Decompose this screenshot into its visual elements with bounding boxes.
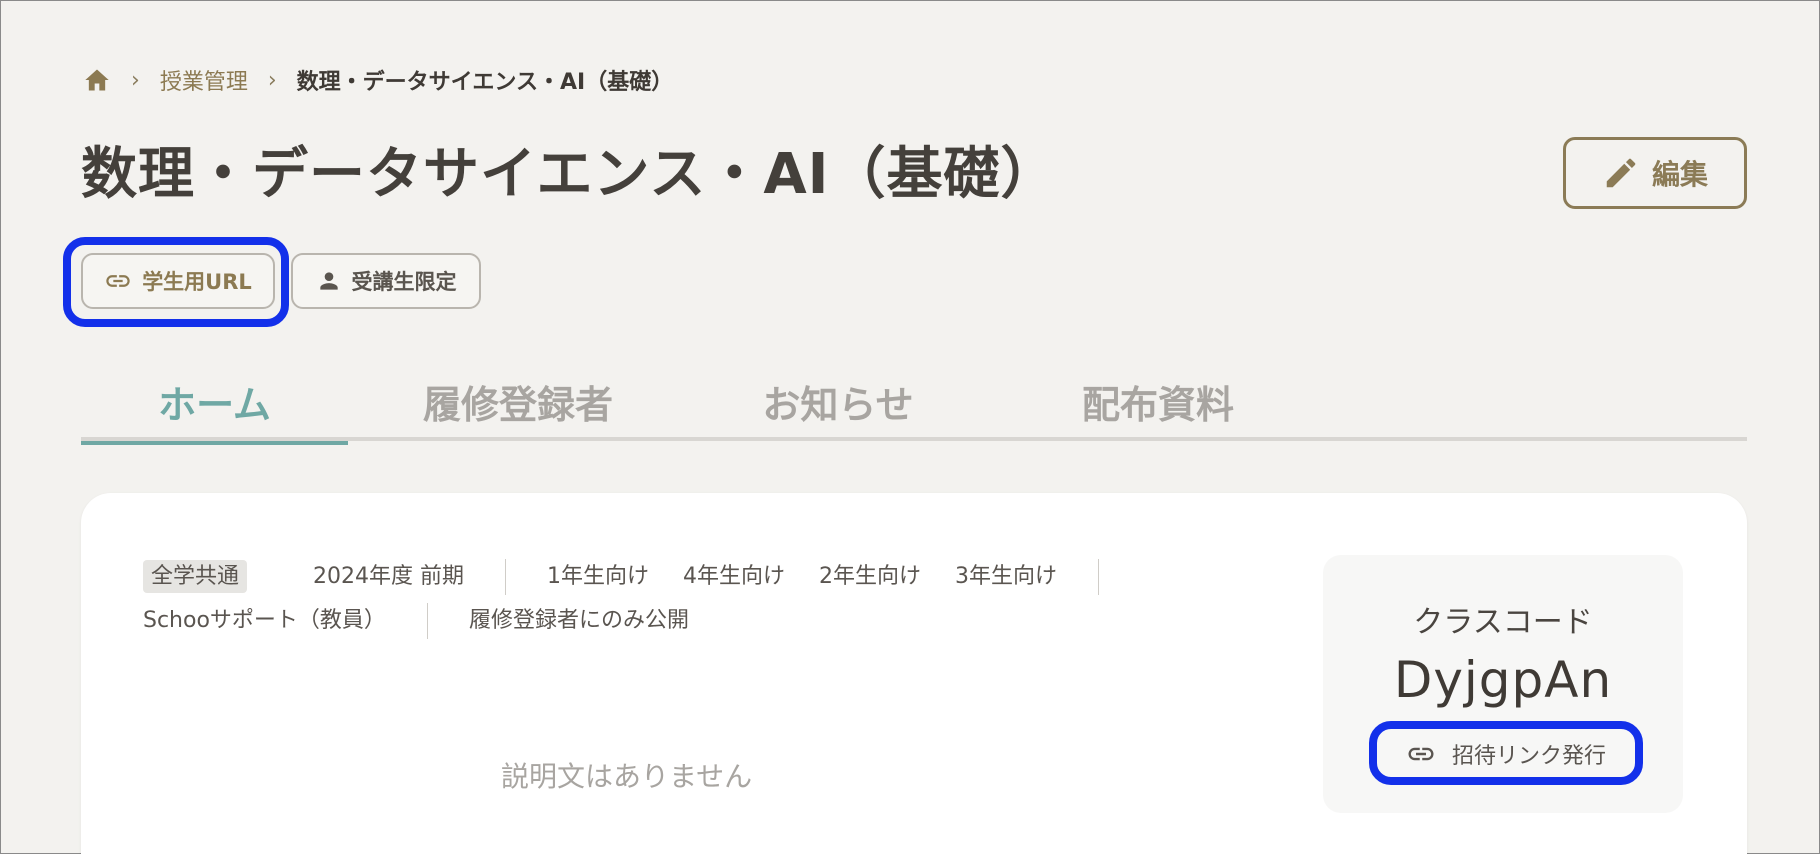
page-title: 数理・データサイエンス・AI（基礎） bbox=[81, 142, 1058, 207]
visibility-label: 履修登録者にのみ公開 bbox=[468, 608, 689, 633]
enrolled-only-label: 受講生限定 bbox=[351, 270, 457, 294]
class-code-value: DyjgpAn bbox=[1393, 651, 1613, 709]
tab-notices-label: お知らせ bbox=[762, 382, 914, 427]
link-icon bbox=[106, 275, 130, 287]
tab-bar: ホーム 履修登録者 お知らせ 配布資料 bbox=[81, 361, 1747, 445]
tab-enrolled[interactable]: 履修登録者 bbox=[348, 361, 688, 441]
grade-tag: 1年生向け bbox=[547, 564, 649, 589]
edit-button-label: 編集 bbox=[1651, 159, 1708, 190]
pencil-icon bbox=[1606, 158, 1636, 188]
enrolled-only-badge[interactable]: 受講生限定 bbox=[291, 253, 481, 309]
tab-materials[interactable]: 配布資料 bbox=[988, 361, 1328, 441]
divider bbox=[1098, 559, 1099, 595]
breadcrumb-chevron-icon: › bbox=[131, 67, 140, 93]
breadcrumb: › 授業管理 › 数理・データサイエンス・AI（基礎） bbox=[83, 65, 673, 95]
term-label: 2024年度 前期 bbox=[313, 564, 464, 589]
student-url-label: 学生用URL bbox=[142, 270, 252, 294]
class-code-label: クラスコード bbox=[1413, 605, 1593, 640]
teacher-label: Schooサポート（教員） bbox=[143, 608, 386, 633]
tab-materials-label: 配布資料 bbox=[1081, 382, 1234, 427]
breadcrumb-course-management[interactable]: 授業管理 bbox=[160, 64, 248, 96]
class-code-panel: クラスコード DyjgpAn 招待リンク発行 bbox=[1323, 555, 1683, 813]
grade-tag: 3年生向け bbox=[955, 564, 1057, 589]
grade-tag: 4年生向け bbox=[683, 564, 785, 589]
invite-link-label: 招待リンク発行 bbox=[1451, 744, 1606, 769]
link-icon bbox=[1408, 747, 1434, 761]
breadcrumb-chevron-icon: › bbox=[267, 67, 277, 93]
divider bbox=[426, 603, 428, 639]
grade-tag: 2年生向け bbox=[819, 564, 921, 589]
tab-notices[interactable]: お知らせ bbox=[688, 361, 988, 441]
empty-description: 説明文はありません bbox=[501, 760, 753, 793]
tab-home-label: ホーム bbox=[158, 382, 271, 427]
edit-button[interactable]: 編集 bbox=[1563, 137, 1747, 209]
person-icon bbox=[319, 272, 338, 290]
issue-invite-link-button[interactable]: 招待リンク発行 bbox=[1368, 731, 1638, 777]
course-info-card: 全学共通 2024年度 前期 1年生向け 4年生向け 2年生向け 3年生向け S… bbox=[81, 493, 1747, 854]
tab-enrolled-label: 履修登録者 bbox=[422, 382, 613, 427]
tab-home[interactable]: ホーム bbox=[81, 361, 348, 445]
category-tag: 全学共通 bbox=[143, 560, 248, 593]
breadcrumb-current: 数理・データサイエンス・AI（基礎） bbox=[296, 70, 674, 95]
divider bbox=[505, 559, 506, 595]
course-meta: 全学共通 2024年度 前期 1年生向け 4年生向け 2年生向け 3年生向け S… bbox=[143, 555, 1313, 643]
student-url-button[interactable]: 学生用URL bbox=[81, 253, 275, 309]
home-icon[interactable] bbox=[83, 66, 111, 94]
